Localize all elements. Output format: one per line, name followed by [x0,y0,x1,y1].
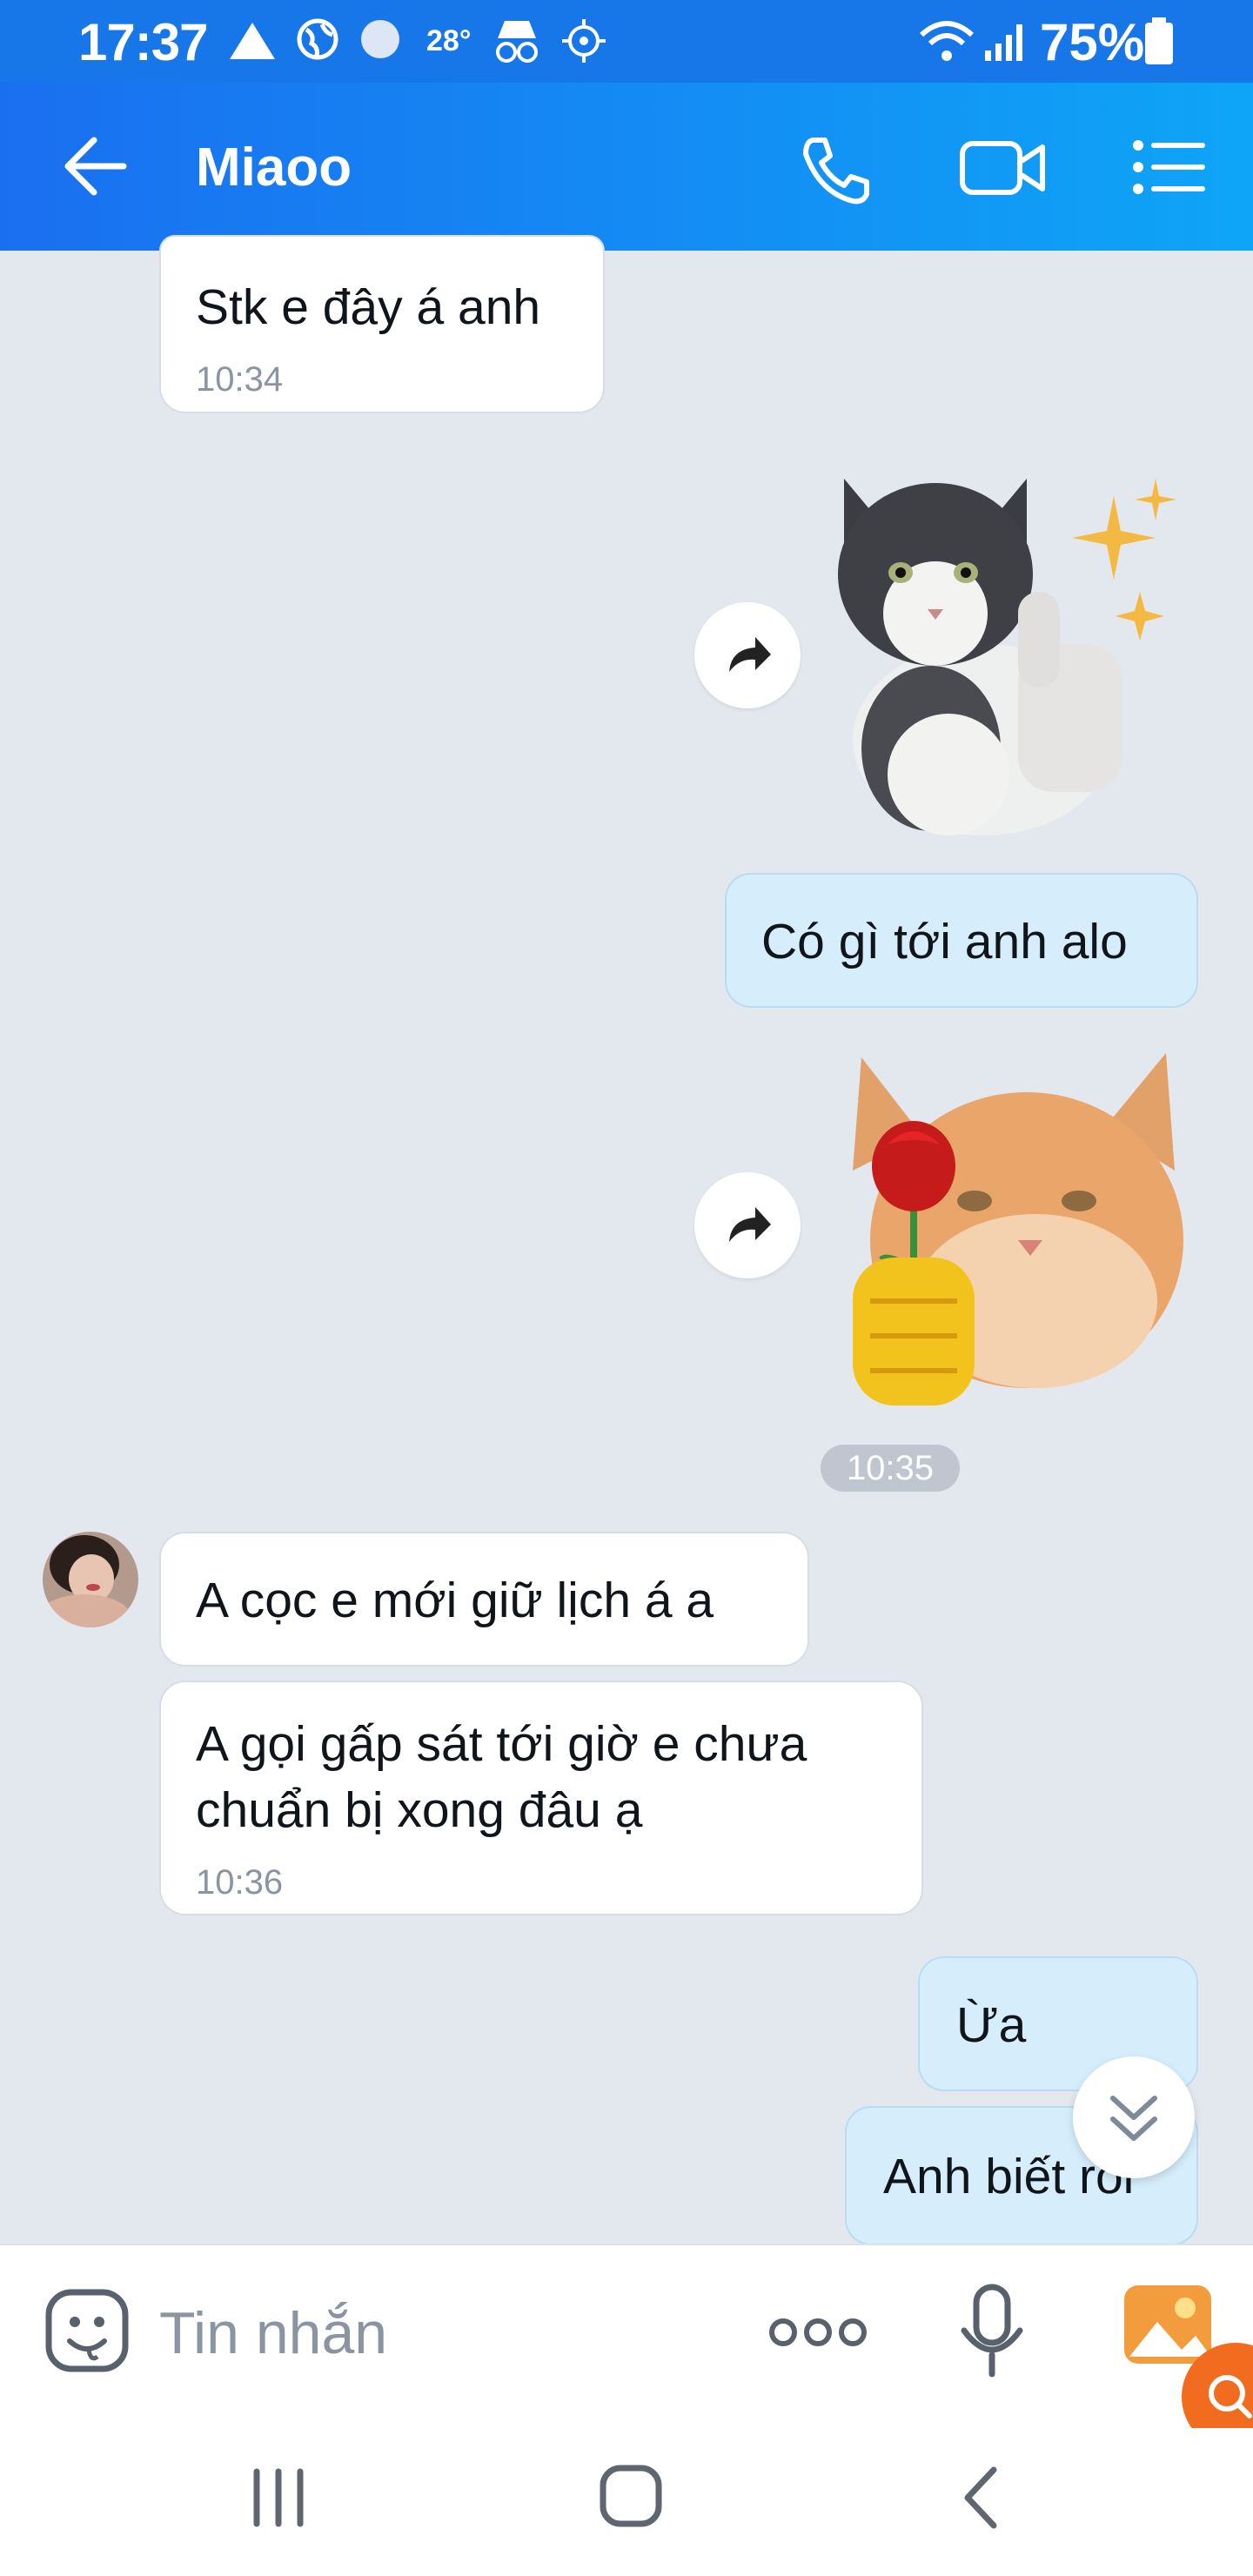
emoji-sticker-icon[interactable] [44,2287,131,2374]
back-arrow-icon[interactable] [61,133,131,199]
forward-arrow-icon [729,637,771,672]
phone-call-icon[interactable] [799,133,872,206]
status-battery: 75% [1040,13,1145,71]
time-divider: 10:35 [821,1445,960,1492]
signal-icon [985,24,1022,61]
message-text: Stk e đây á anh [196,279,541,335]
message-text-line-2: chuẩn bị xong đâu ạ [196,1782,643,1838]
recent-apps-icon[interactable] [248,2463,309,2532]
incognito-icon [496,21,538,63]
menu-list-icon[interactable] [1131,137,1206,198]
status-temperature: 28° [426,24,472,57]
message-time: 10:36 [196,1863,284,1902]
circle-icon [361,20,399,58]
forward-button[interactable] [694,1172,801,1278]
status-time: 17:37 [78,13,208,71]
contact-name[interactable]: Miaoo [196,137,352,198]
forward-arrow-icon [729,1207,771,1242]
home-icon[interactable] [596,2461,666,2531]
cat-thumbs-up-sticker[interactable] [818,461,1201,844]
battery-icon [1145,17,1173,64]
double-chevron-down-icon [1110,2096,1157,2141]
video-call-icon[interactable] [959,135,1048,201]
forward-button[interactable] [694,602,801,708]
location-target-icon [562,19,606,63]
message-text: Ừa [956,1997,1027,2053]
scroll-to-bottom-button[interactable] [1073,2056,1195,2178]
message-text-line-1: A gọi gấp sát tới giờ e chưa [196,1716,807,1772]
alert-triangle-icon [230,23,275,59]
avatar[interactable] [41,1530,140,1629]
wifi-icon [919,21,975,61]
message-text: Có gì tới anh alo [761,914,1128,969]
system-navigation-bar [0,2428,1253,2576]
message-input[interactable]: Tin nhắn [159,2299,387,2367]
incoming-message-bubble[interactable]: A gọi gấp sát tới giờ e chưa chuẩn bị xo… [159,1680,923,1915]
cat-with-rose-sticker[interactable] [818,1040,1201,1423]
back-icon[interactable] [955,2463,1008,2532]
more-options-icon[interactable] [767,2315,868,2350]
message-composer: Tin nhắn [0,2244,1253,2430]
microphone-icon[interactable] [955,2282,1029,2379]
globe-icon [297,18,338,60]
message-time: 10:34 [196,360,284,399]
message-text: A cọc e mới giữ lịch á a [196,1573,714,1628]
incoming-message-bubble[interactable]: Stk e đây á anh 10:34 [159,235,605,413]
incoming-message-bubble[interactable]: A cọc e mới giữ lịch á a [159,1532,809,1667]
status-bar: 17:37 28° 75% [0,0,1253,83]
chat-header: Miaoo [0,83,1253,251]
outgoing-message-bubble[interactable]: Có gì tới anh alo [725,873,1198,1008]
image-gallery-icon[interactable] [1121,2282,1253,2430]
